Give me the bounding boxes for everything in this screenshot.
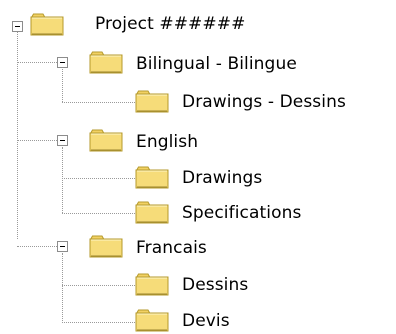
collapse-toggle-icon[interactable] (57, 135, 68, 146)
tree-connector (17, 32, 18, 239)
tree-node-label[interactable]: Francais (136, 236, 207, 260)
tree-connector (17, 62, 59, 63)
tree-connector (62, 102, 135, 103)
tree-connector (62, 322, 135, 323)
folder-icon (135, 308, 170, 333)
tree-connector (62, 285, 135, 286)
tree-node-label[interactable]: Drawings (182, 166, 262, 190)
tree-connector (62, 213, 135, 214)
folder-icon (135, 165, 170, 190)
tree-node-label[interactable]: Dessins (182, 273, 248, 297)
folder-icon (135, 272, 170, 297)
tree-node-label[interactable]: Bilingual - Bilingue (136, 52, 297, 76)
folder-tree: Project ###### Bilingual - Bilingue Draw… (0, 0, 396, 334)
folder-icon (89, 128, 124, 153)
tree-connector (62, 147, 63, 213)
tree-connector (62, 178, 135, 179)
tree-connector (62, 69, 63, 102)
folder-icon (30, 12, 65, 37)
collapse-toggle-icon[interactable] (57, 57, 68, 68)
tree-node-label[interactable]: Devis (182, 309, 230, 333)
tree-connector (62, 253, 63, 323)
folder-icon (135, 200, 170, 225)
tree-connector (17, 140, 59, 141)
tree-node-label[interactable]: Project ###### (95, 12, 245, 36)
collapse-toggle-icon[interactable] (12, 21, 23, 32)
tree-node-label[interactable]: English (136, 130, 198, 154)
tree-node-label[interactable]: Drawings - Dessins (182, 90, 346, 114)
folder-icon (89, 234, 124, 259)
collapse-toggle-icon[interactable] (57, 241, 68, 252)
folder-icon (89, 50, 124, 75)
tree-node-label[interactable]: Specifications (182, 201, 301, 225)
tree-connector (17, 246, 59, 247)
folder-icon (135, 89, 170, 114)
